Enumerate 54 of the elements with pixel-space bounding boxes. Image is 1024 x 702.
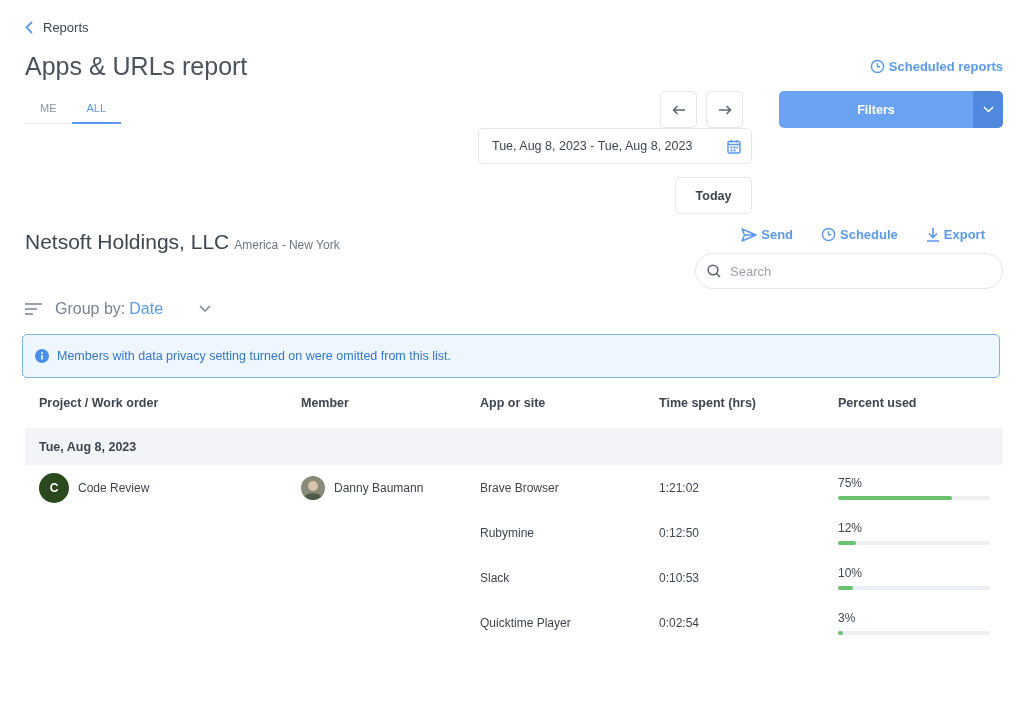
tab[interactable]: ME xyxy=(25,96,72,124)
group-by-value[interactable]: Date xyxy=(129,299,200,318)
percent-label: 75% xyxy=(838,475,864,490)
group-row: Tue, Aug 8, 2023 xyxy=(25,428,1003,465)
schedule-link[interactable]: Schedule xyxy=(821,227,898,242)
filters-button[interactable]: Filters xyxy=(779,91,973,128)
app-name: Rubymine xyxy=(480,525,535,540)
member-name: Danny Baumann xyxy=(334,480,424,495)
app-name: Brave Browser xyxy=(480,480,559,495)
project-avatar: C xyxy=(39,472,69,503)
time-spent: 1:21:02 xyxy=(659,480,700,495)
today-button[interactable]: Today xyxy=(675,177,752,214)
filters-dropdown-button[interactable] xyxy=(973,91,1003,128)
notice-text: Members with data privacy setting turned on were omitted from this list. xyxy=(57,349,451,363)
column-header: App or site xyxy=(480,396,546,410)
column-header: Project / Work order xyxy=(39,396,159,410)
percent-label: 12% xyxy=(838,520,864,535)
column-header: Time spent (hrs) xyxy=(659,396,756,410)
time-spent: 0:12:50 xyxy=(659,525,700,540)
scheduled-reports-link[interactable]: Scheduled reports xyxy=(869,59,1003,74)
app-name: Quicktime Player xyxy=(480,615,571,630)
page-title: Apps & URLs report xyxy=(25,52,248,81)
clock-icon xyxy=(821,227,837,242)
export-link[interactable]: Export xyxy=(925,227,985,242)
search-field[interactable]: Search xyxy=(695,253,1003,289)
back-link[interactable]: Reports xyxy=(25,20,89,35)
caret-icon xyxy=(982,106,994,113)
clock-icon xyxy=(869,59,885,74)
download-icon xyxy=(925,227,940,242)
project-name: Code Review xyxy=(78,480,150,495)
calendar-icon xyxy=(727,138,741,154)
left-arrow-icon xyxy=(671,104,686,115)
percent-label: 3% xyxy=(838,610,857,625)
app-name: Slack xyxy=(480,570,510,585)
tab[interactable]: ALL xyxy=(71,96,122,124)
organization-name: Netsoft Holdings, LLC xyxy=(25,230,230,254)
column-header: Member xyxy=(301,396,349,410)
lines-icon xyxy=(25,302,42,315)
info-icon xyxy=(35,349,49,363)
column-header: Percent used xyxy=(838,396,917,410)
member-avatar xyxy=(301,475,325,500)
right-arrow-icon xyxy=(717,104,732,115)
send-icon xyxy=(741,227,758,242)
timezone: America - New York xyxy=(234,238,340,252)
next-button[interactable] xyxy=(706,91,743,128)
time-spent: 0:10:53 xyxy=(659,570,700,585)
chevron-down-icon[interactable] xyxy=(199,304,212,313)
send-link[interactable]: Send xyxy=(741,227,794,242)
back-chevron-icon xyxy=(25,21,33,34)
previous-button[interactable] xyxy=(660,91,697,128)
date-range-field[interactable]: Tue, Aug 8, 2023 - Tue, Aug 8, 2023 xyxy=(478,128,752,164)
time-spent: 0:02:54 xyxy=(659,615,700,630)
percent-label: 10% xyxy=(838,565,864,580)
group-by-label: Group by: xyxy=(55,299,126,318)
